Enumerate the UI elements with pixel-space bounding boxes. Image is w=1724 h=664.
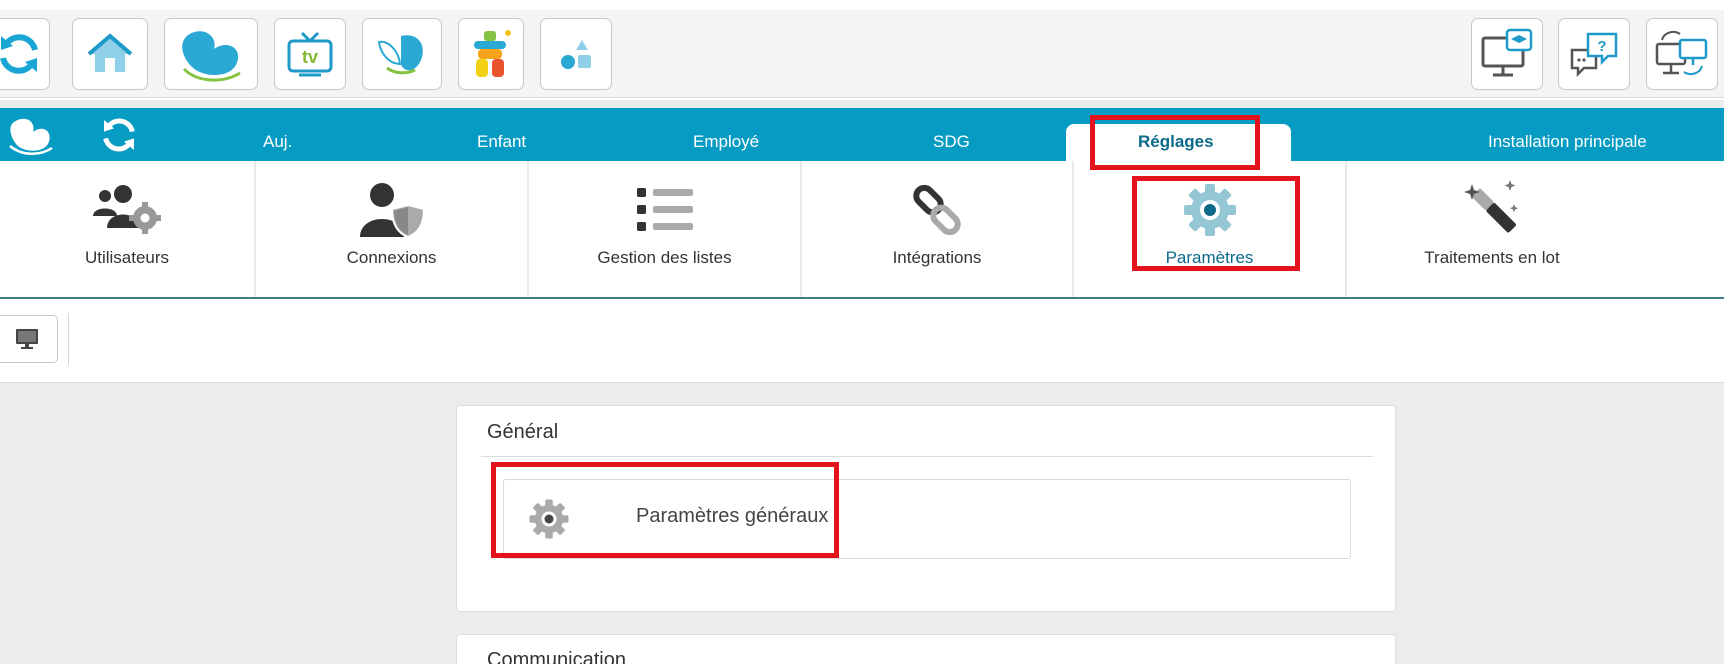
logo-button[interactable] (164, 18, 258, 90)
submenu-item-integrations[interactable]: Intégrations (802, 161, 1074, 297)
section-title: Communication (487, 649, 626, 664)
butterfly-icon (377, 35, 423, 75)
submenu-label: Connexions (346, 248, 437, 267)
shapes-button[interactable] (540, 18, 612, 90)
submenu-item-traitements-en-lot[interactable]: Traitements en lot (1347, 161, 1637, 297)
secondary-toolbar (0, 299, 1724, 383)
inukshuk-button[interactable] (458, 18, 524, 90)
gear-icon (1183, 184, 1236, 236)
settings-submenu: Utilisateurs Connexions Gestion des list… (0, 161, 1724, 299)
tab-installation-principale[interactable]: Installation principale (1488, 132, 1647, 152)
refresh-icon[interactable] (98, 115, 140, 155)
inukshuk-icon (474, 30, 511, 77)
butterfly-button[interactable] (362, 18, 442, 90)
refresh-button[interactable] (0, 18, 50, 90)
tv-icon: tv (287, 31, 333, 77)
svg-text:tv: tv (302, 47, 318, 67)
training-monitor-icon (1481, 28, 1533, 77)
submenu-label: Intégrations (892, 248, 982, 267)
leaf-logo-icon (9, 118, 53, 155)
app-page: tv ? Auj. Enfant Employé SDG Réglages In… (0, 0, 1724, 664)
leaf-logo-icon (182, 31, 241, 82)
tv-button[interactable]: tv (274, 18, 346, 90)
refresh-icon (0, 34, 38, 74)
remote-desktop-button[interactable] (1646, 18, 1718, 90)
tab-sdg[interactable]: SDG (933, 132, 970, 152)
help-button[interactable]: ? (1558, 18, 1630, 90)
toolbar-strip (0, 10, 1724, 98)
tab-employe[interactable]: Employé (693, 132, 759, 152)
top-toolbar: tv ? (0, 0, 1724, 100)
submenu-label: Traitements en lot (1424, 248, 1560, 267)
tab-enfant[interactable]: Enfant (477, 132, 526, 152)
link-icon (913, 184, 961, 236)
monitor-button[interactable] (0, 315, 58, 363)
svg-text:?: ? (1597, 38, 1606, 55)
setting-label: Paramètres généraux (636, 505, 829, 527)
remote-desktop-icon (1655, 31, 1708, 75)
toolbar-divider (68, 313, 69, 365)
submenu-label: Gestion des listes (597, 248, 732, 267)
section-communication: Communication (456, 634, 1396, 664)
monitor-icon (16, 329, 38, 349)
submenu-item-parametres[interactable]: Paramètres (1074, 161, 1347, 297)
users-gear-icon (93, 185, 161, 234)
home-icon (87, 33, 133, 72)
list-icon (636, 188, 693, 231)
submenu-item-utilisateurs[interactable]: Utilisateurs (0, 161, 256, 297)
tab-reglages[interactable]: Réglages (1138, 132, 1214, 152)
setting-parametres-generaux[interactable]: Paramètres généraux (503, 479, 1351, 559)
help-chat-icon: ? (1570, 32, 1618, 78)
main-nav: Auj. Enfant Employé SDG Réglages Install… (0, 108, 1724, 162)
home-button[interactable] (72, 18, 148, 90)
submenu-label: Utilisateurs (84, 248, 170, 267)
section-general: Général Paramètres généraux (456, 405, 1396, 612)
section-title: Général (487, 421, 559, 443)
shapes-icon (561, 40, 591, 69)
magic-wand-icon (1464, 180, 1519, 233)
submenu-item-connexions[interactable]: Connexions (256, 161, 529, 297)
training-button[interactable] (1471, 18, 1543, 90)
tab-auj[interactable]: Auj. (263, 132, 292, 152)
gear-icon (529, 499, 569, 539)
section-divider (481, 456, 1373, 457)
submenu-label: Paramètres (1165, 248, 1254, 267)
submenu-item-gestion-des-listes[interactable]: Gestion des listes (529, 161, 802, 297)
user-shield-icon (359, 183, 425, 239)
